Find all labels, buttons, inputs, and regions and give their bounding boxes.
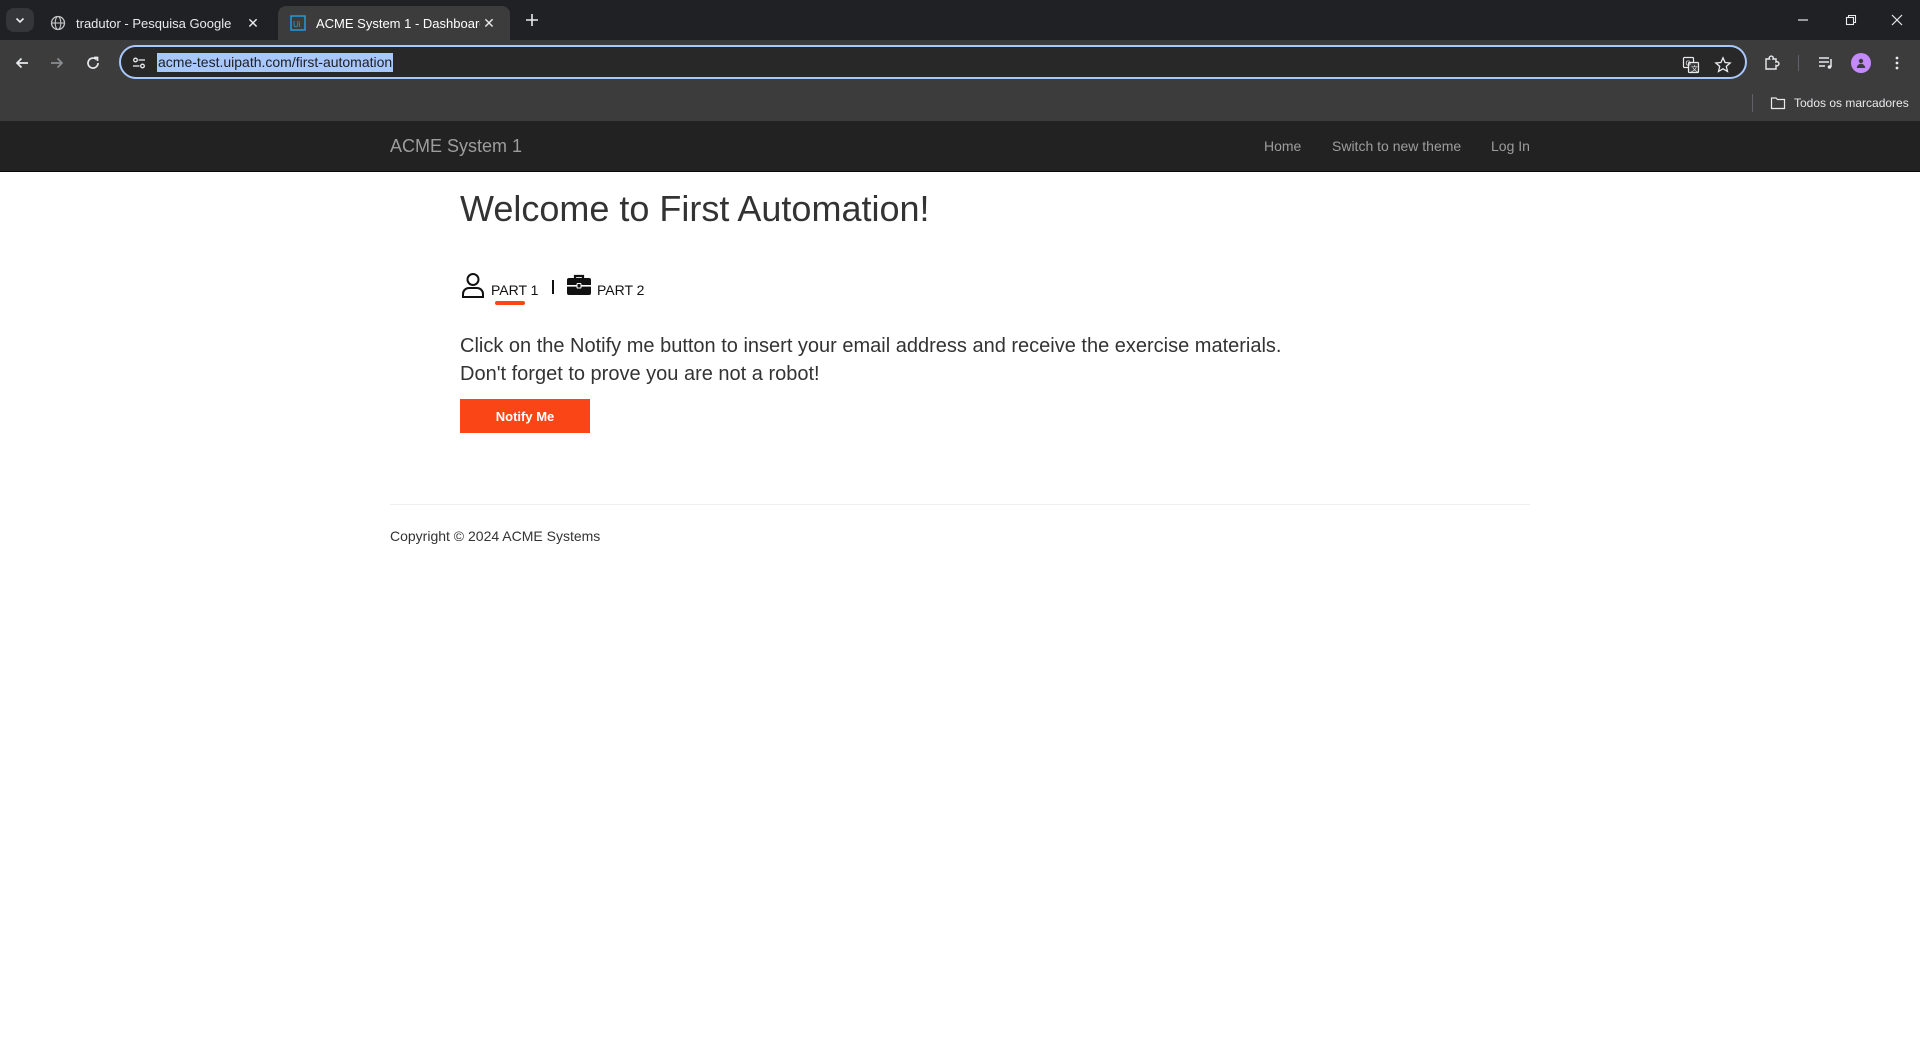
nav-home-link[interactable]: Home [1264,138,1301,154]
tab-title: tradutor - Pesquisa Google [76,15,232,31]
tab-search-button[interactable] [6,8,34,32]
restore-icon [1845,14,1857,26]
svg-text:Ui: Ui [293,20,301,29]
puzzle-icon [1765,55,1780,70]
reload-button[interactable] [80,50,106,76]
browser-tab-strip: tradutor - Pesquisa Google ✕ Ui ACME Sys… [0,0,1920,40]
notify-me-button[interactable]: Notify Me [460,399,590,433]
part-2-tab[interactable]: PART 2 [597,282,644,298]
minimize-icon [1798,19,1808,21]
address-bar[interactable]: acme-test.uipath.com/first-automation G文 [119,45,1747,79]
parts-switcher: PART 1 PART 2 [460,272,860,308]
translate-icon[interactable]: G文 [1681,55,1701,75]
tab-google-search[interactable]: tradutor - Pesquisa Google ✕ [38,6,274,40]
all-bookmarks-label: Todos os marcadores [1794,96,1909,110]
instructions-line-2: Don't forget to prove you are not a robo… [460,363,820,385]
svg-text:文: 文 [1691,64,1698,73]
profile-avatar[interactable] [1851,53,1871,73]
extensions-button[interactable] [1759,50,1785,76]
folder-icon [1770,96,1786,110]
part-1-active-indicator [495,301,525,305]
media-controls-button[interactable] [1813,50,1839,76]
plus-icon [526,14,538,26]
copyright-text: Copyright © 2024 ACME Systems [390,528,601,544]
page-title: Welcome to First Automation! [460,188,930,229]
uipath-favicon-icon: Ui [290,15,306,31]
close-tab-icon[interactable]: ✕ [244,14,262,32]
arrow-left-icon [15,57,28,69]
minimize-button[interactable] [1780,0,1826,40]
footer-divider [390,504,1530,505]
instructions-text: Click on the Notify me button to insert … [460,332,1281,388]
browser-toolbar: acme-test.uipath.com/first-automation G文 [0,40,1920,86]
new-tab-button[interactable] [520,8,544,32]
tab-acme-dashboard[interactable]: Ui ACME System 1 - Dashboard ✕ [278,6,510,40]
tab-title: ACME System 1 - Dashboard [316,15,480,31]
chevron-down-icon [15,17,25,24]
close-window-button[interactable] [1874,0,1920,40]
restore-button[interactable] [1828,0,1874,40]
instructions-line-1: Click on the Notify me button to insert … [460,335,1282,357]
back-button[interactable] [9,50,35,76]
arrow-right-icon [51,57,64,69]
browser-menu-button[interactable] [1884,50,1910,76]
forward-button[interactable] [44,50,70,76]
parts-divider [552,280,554,294]
queue-music-icon [1819,57,1832,69]
globe-icon [50,15,66,31]
close-tab-icon[interactable]: ✕ [480,14,498,32]
reload-icon [87,56,99,69]
site-info-icon[interactable] [131,55,147,71]
site-navbar: ACME System 1 Home Switch to new theme L… [0,121,1920,172]
part-1-tab[interactable]: PART 1 [491,282,538,298]
url-text[interactable]: acme-test.uipath.com/first-automation [157,53,394,72]
toolbar-divider [1798,55,1799,71]
more-vertical-icon [1895,56,1899,70]
nav-login-link[interactable]: Log In [1491,138,1530,154]
profile-icon [1856,58,1866,68]
nav-switch-theme-link[interactable]: Switch to new theme [1332,138,1461,154]
bookmarks-bar: Todos os marcadores [0,86,1920,121]
briefcase-icon[interactable] [566,272,592,298]
bookmarks-divider [1752,94,1753,112]
brand-link[interactable]: ACME System 1 [390,136,522,157]
user-icon[interactable] [460,272,486,298]
close-icon [1891,14,1903,26]
all-bookmarks-button[interactable]: Todos os marcadores [1770,93,1909,113]
bookmark-star-icon[interactable] [1713,55,1733,75]
